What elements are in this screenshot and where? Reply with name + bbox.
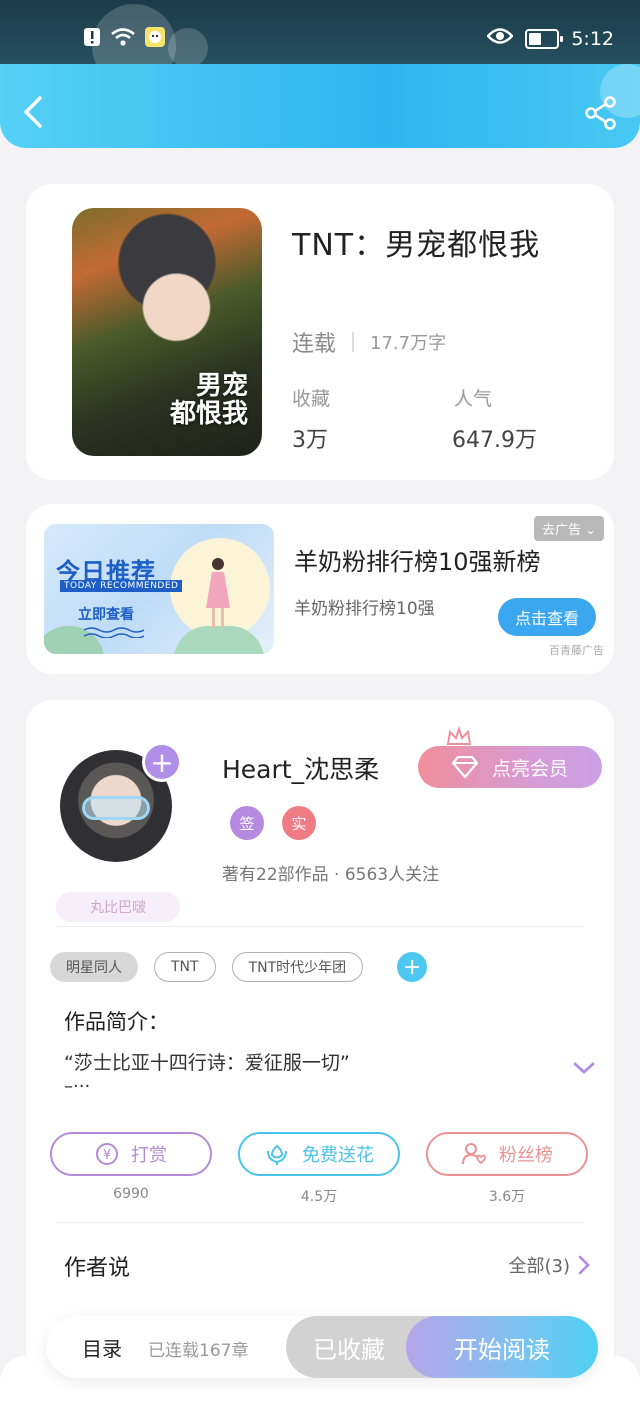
tag-list: 明星同人 TNT TNT时代少年团 + — [50, 952, 428, 982]
collected-label: 已收藏 — [313, 1335, 385, 1364]
author-name[interactable]: Heart_沈思柔 — [222, 750, 379, 786]
send-flower-button[interactable]: 免费送花 — [238, 1132, 400, 1176]
tag-chip[interactable]: TNT — [154, 952, 216, 982]
ad-image-button: 立即查看 — [78, 607, 134, 623]
favorites-value: 3万 — [292, 428, 328, 453]
alert-icon — [82, 26, 102, 48]
author-says-heading: 作者说 — [64, 1256, 131, 1281]
ad-subtitle: 羊奶粉排行榜10强 — [294, 599, 435, 619]
intro-text: “莎士比亚十四行诗：爱征服一切” — [64, 1052, 350, 1074]
app-header — [0, 64, 640, 148]
flower-count: 4.5万 — [300, 1189, 338, 1205]
diamond-icon — [451, 756, 478, 778]
vip-button-label: 点亮会员 — [491, 757, 568, 780]
share-icon[interactable] — [584, 96, 618, 130]
chevron-right-icon — [578, 1255, 590, 1275]
popularity-label: 人气 — [454, 388, 493, 410]
eye-icon — [486, 26, 514, 51]
cover-title-art: 男宠 都恨我 — [169, 371, 248, 429]
app-notification-icon — [144, 26, 165, 48]
divider — [56, 926, 584, 927]
verified-badge: 实 — [282, 806, 316, 840]
svg-text:¥: ¥ — [103, 1148, 111, 1163]
favorites-label: 收藏 — [292, 388, 331, 410]
ad-source: 百青藤广告 — [549, 644, 604, 657]
flower-icon — [267, 1144, 287, 1165]
chevron-down-icon: ⌄ — [585, 523, 596, 538]
divider — [56, 1222, 584, 1223]
reward-label: 打赏 — [131, 1145, 167, 1166]
reward-button[interactable]: ¥ 打赏 — [50, 1132, 212, 1176]
wifi-icon — [110, 26, 136, 48]
coin-icon: ¥ — [96, 1143, 118, 1165]
battery-icon — [525, 28, 564, 49]
book-status-row: 连载 17.7万字 — [292, 326, 446, 358]
remove-ad-button[interactable]: 去广告 ⌄ — [533, 516, 604, 541]
battery-level — [529, 32, 542, 45]
intro-heading: 作品简介： — [64, 1010, 169, 1034]
ad-title: 羊奶粉排行榜10强新榜 — [294, 548, 541, 576]
crown-icon — [446, 726, 472, 745]
chapter-count: 已连载167章 — [148, 1341, 249, 1361]
fans-icon — [462, 1143, 486, 1165]
intro-more: –··· — [64, 1076, 91, 1097]
plus-icon: + — [150, 745, 174, 779]
signed-badge: 签 — [230, 806, 264, 840]
girl-illustration-icon — [206, 558, 230, 628]
fan-ranking-button[interactable]: 粉丝榜 — [426, 1132, 588, 1176]
status-bar: 5:12 — [0, 0, 640, 88]
chevron-down-icon[interactable] — [572, 1060, 596, 1076]
ad-cta-button[interactable]: 点击查看 — [498, 598, 596, 636]
wave-icon — [84, 627, 144, 638]
toc-button[interactable]: 目录 — [82, 1333, 122, 1362]
ad-image-subtitle: TODAY RECOMMENDED — [60, 580, 183, 592]
word-count: 17.7万字 — [370, 333, 447, 354]
ad-card[interactable]: 今日推荐 TODAY RECOMMENDED 立即查看 去广告 ⌄ 羊奶粉排行榜… — [26, 504, 614, 674]
fan-count: 3.6万 — [488, 1189, 526, 1205]
ad-image[interactable]: 今日推荐 TODAY RECOMMENDED 立即查看 — [44, 524, 274, 654]
book-title: TNT：男宠都恨我 — [292, 228, 541, 263]
add-tag-button[interactable]: + — [397, 952, 428, 982]
decor-bubble — [168, 28, 208, 68]
book-cover[interactable]: 男宠 都恨我 — [72, 208, 262, 456]
author-says-all-link[interactable]: 全部(3) — [509, 1252, 591, 1278]
send-flower-label: 免费送花 — [302, 1145, 374, 1166]
author-card: + 丸比巴啵 Heart_沈思柔 点亮会员 签 实 著有22部作品 · 6563… — [26, 700, 614, 1422]
popularity-value: 647.9万 — [452, 428, 537, 453]
book-info-card: 男宠 都恨我 TNT：男宠都恨我 连载 17.7万字 收藏 3万 人气 647.… — [26, 184, 614, 480]
clock: 5:12 — [571, 27, 614, 50]
vip-button[interactable]: 点亮会员 — [418, 746, 602, 788]
plus-icon: + — [402, 954, 422, 980]
tag-chip[interactable]: 明星同人 — [50, 952, 138, 982]
fan-badge[interactable]: 丸比巴啵 — [56, 892, 180, 922]
serial-status: 连载 — [292, 332, 337, 357]
reward-count: 6990 — [113, 1186, 149, 1202]
tag-chip[interactable]: TNT时代少年团 — [231, 952, 364, 982]
author-meta: 著有22部作品 · 6563人关注 — [222, 865, 440, 885]
back-arrow-icon[interactable] — [20, 94, 50, 130]
fan-ranking-label: 粉丝榜 — [499, 1145, 553, 1166]
avatar-goggles — [82, 796, 150, 820]
remove-ad-label: 去广告 — [541, 523, 581, 538]
follow-author-button[interactable]: + — [142, 742, 182, 782]
author-says-all-label: 全部(3) — [508, 1256, 571, 1277]
start-reading-button[interactable]: 开始阅读 — [406, 1316, 598, 1378]
divider — [352, 332, 355, 352]
bottom-action-bar: 目录 已连载167章 已收藏 开始阅读 — [46, 1316, 598, 1378]
